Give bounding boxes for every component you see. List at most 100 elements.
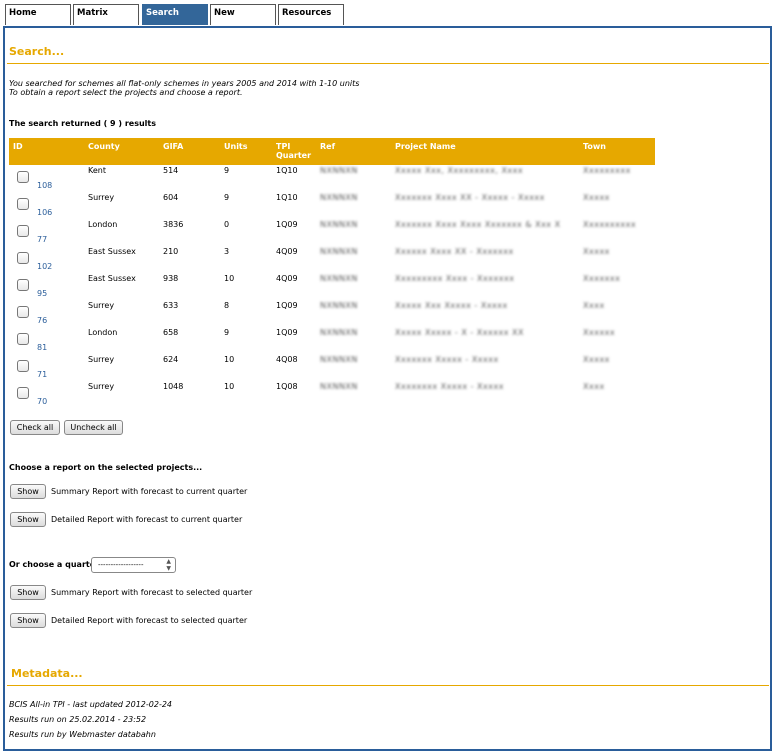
- metadata-divider: [7, 685, 769, 686]
- cell-project-name: Xxxxx Xxx Xxxxx - Xxxxx: [395, 301, 508, 310]
- cell-units: 3: [224, 247, 230, 256]
- cell-county: Surrey: [88, 301, 115, 310]
- row-id-link[interactable]: 108: [37, 181, 52, 190]
- search-divider: [7, 63, 769, 64]
- cell-town: Xxxx: [583, 301, 605, 310]
- cell-ref: NXNNXN: [320, 220, 358, 229]
- row-id-link[interactable]: 77: [37, 235, 47, 244]
- row-select-checkbox[interactable]: [17, 198, 29, 210]
- row-id-link[interactable]: 76: [37, 316, 47, 325]
- row-id-link[interactable]: 71: [37, 370, 47, 379]
- cell-units: 10: [224, 274, 235, 283]
- row-id-link[interactable]: 102: [37, 262, 52, 271]
- row-select-checkbox[interactable]: [17, 225, 29, 237]
- header-project-name: Project Name: [395, 142, 456, 151]
- cell-tpi-quarter: 4Q09: [276, 247, 298, 256]
- search-intro: You searched for schemes all flat-only s…: [9, 79, 359, 97]
- select-arrows-icon: ▲ ▼: [166, 558, 171, 572]
- cell-ref: NXNNXN: [320, 355, 358, 364]
- summary-current-label: Summary Report with forecast to current …: [51, 487, 248, 496]
- cell-county: Surrey: [88, 355, 115, 364]
- tab-new[interactable]: New: [210, 4, 276, 25]
- search-intro-line2: To obtain a report select the projects a…: [9, 88, 243, 97]
- summary-selected-label: Summary Report with forecast to selected…: [51, 588, 253, 597]
- row-id-link[interactable]: 70: [37, 397, 47, 406]
- quarter-select[interactable]: ------------------ ▲ ▼: [91, 557, 176, 573]
- header-id: ID: [13, 142, 23, 151]
- cell-units: 8: [224, 301, 230, 310]
- table-row: 71 Surrey 624 10 4Q08 NXNNXN Xxxxxxx Xxxxx - X…: [9, 352, 655, 379]
- cell-tpi-quarter: 4Q08: [276, 355, 298, 364]
- cell-county: London: [88, 220, 118, 229]
- row-id-link[interactable]: 95: [37, 289, 47, 298]
- show-summary-selected-button[interactable]: Show: [10, 585, 46, 600]
- cell-units: 10: [224, 355, 235, 364]
- cell-ref: NXNNXN: [320, 301, 358, 310]
- row-select-checkbox[interactable]: [17, 306, 29, 318]
- tab-matrix[interactable]: Matrix: [73, 4, 139, 25]
- metadata-run-by: Results run by Webmaster databahn: [9, 730, 156, 739]
- cell-units: 9: [224, 193, 230, 202]
- row-select-checkbox[interactable]: [17, 171, 29, 183]
- row-select-checkbox[interactable]: [17, 333, 29, 345]
- cell-county: East Sussex: [88, 247, 136, 256]
- show-summary-current-button[interactable]: Show: [10, 484, 46, 499]
- uncheck-all-button[interactable]: Uncheck all: [64, 420, 123, 435]
- cell-project-name: Xxxxxxx Xxxx XX - Xxxxx - Xxxxx: [395, 193, 545, 202]
- cell-gifa: 1048: [163, 382, 184, 391]
- cell-tpi-quarter: 1Q10: [276, 193, 298, 202]
- cell-town: Xxxxxxxxxx: [583, 220, 637, 229]
- tab-home[interactable]: Home: [5, 4, 71, 25]
- cell-gifa: 514: [163, 166, 179, 175]
- table-row: 81 London 658 9 1Q09 NXNNXN Xxxxx Xxxxx - X - …: [9, 325, 655, 352]
- cell-units: 0: [224, 220, 230, 229]
- row-id-link[interactable]: 106: [37, 208, 52, 217]
- cell-units: 10: [224, 382, 235, 391]
- table-row: 108 Kent 514 9 1Q10 NXNNXN Xxxxx Xxx, Xxxxxxxx…: [9, 163, 655, 190]
- cell-town: Xxxxx: [583, 193, 610, 202]
- cell-project-name: Xxxxxxx Xxxx Xxxx Xxxxxxx & Xxx Xxxx: [395, 220, 560, 229]
- header-county: County: [88, 142, 120, 151]
- cell-project-name: Xxxxxxxxx Xxxx - Xxxxxxx: [395, 274, 515, 283]
- cell-tpi-quarter: 1Q09: [276, 328, 298, 337]
- cell-gifa: 624: [163, 355, 179, 364]
- results-table-header: ID County GIFA Units TPI Quarter Ref Pro…: [9, 138, 655, 165]
- header-tpi-quarter: TPI Quarter: [276, 142, 312, 160]
- row-select-checkbox[interactable]: [17, 279, 29, 291]
- cell-tpi-quarter: 4Q09: [276, 274, 298, 283]
- cell-town: Xxxxx: [583, 355, 610, 364]
- cell-project-name: Xxxxxxx Xxxxx - Xxxxx: [395, 355, 499, 364]
- cell-tpi-quarter: 1Q10: [276, 166, 298, 175]
- row-select-checkbox[interactable]: [17, 387, 29, 399]
- cell-county: London: [88, 328, 118, 337]
- row-select-checkbox[interactable]: [17, 360, 29, 372]
- cell-ref: NXNNXN: [320, 328, 358, 337]
- cell-ref: NXNNXN: [320, 193, 358, 202]
- cell-town: Xxxxxxx: [583, 274, 621, 283]
- metadata-title: Metadata...: [11, 667, 83, 680]
- cell-ref: NXNNXN: [320, 382, 358, 391]
- cell-project-name: Xxxxx Xxxxx - X - Xxxxxx XX: [395, 328, 524, 337]
- cell-county: Surrey: [88, 382, 115, 391]
- tab-search[interactable]: Search: [142, 4, 208, 25]
- cell-project-name: Xxxxxxxx Xxxxx - Xxxxx: [395, 382, 504, 391]
- header-units: Units: [224, 142, 248, 151]
- header-town: Town: [583, 142, 606, 151]
- table-row: 77 London 3836 0 1Q09 NXNNXN Xxxxxxx Xxxx Xxxx…: [9, 217, 655, 244]
- cell-gifa: 210: [163, 247, 179, 256]
- cell-units: 9: [224, 328, 230, 337]
- show-detailed-selected-button[interactable]: Show: [10, 613, 46, 628]
- cell-county: Surrey: [88, 193, 115, 202]
- row-select-checkbox[interactable]: [17, 252, 29, 264]
- results-count: The search returned ( 9 ) results: [9, 119, 156, 128]
- table-row: 70 Surrey 1048 10 1Q08 NXNNXN Xxxxxxxx Xxxxx -…: [9, 379, 655, 406]
- check-all-button[interactable]: Check all: [10, 420, 60, 435]
- cell-project-name: Xxxxxx Xxxx XX - Xxxxxxx: [395, 247, 514, 256]
- cell-town: Xxxx: [583, 382, 605, 391]
- cell-town: Xxxxx: [583, 247, 610, 256]
- row-id-link[interactable]: 81: [37, 343, 47, 352]
- quarter-select-value: ------------------: [98, 561, 144, 569]
- cell-ref: NXNNXN: [320, 166, 358, 175]
- tab-resources[interactable]: Resources: [278, 4, 344, 25]
- show-detailed-current-button[interactable]: Show: [10, 512, 46, 527]
